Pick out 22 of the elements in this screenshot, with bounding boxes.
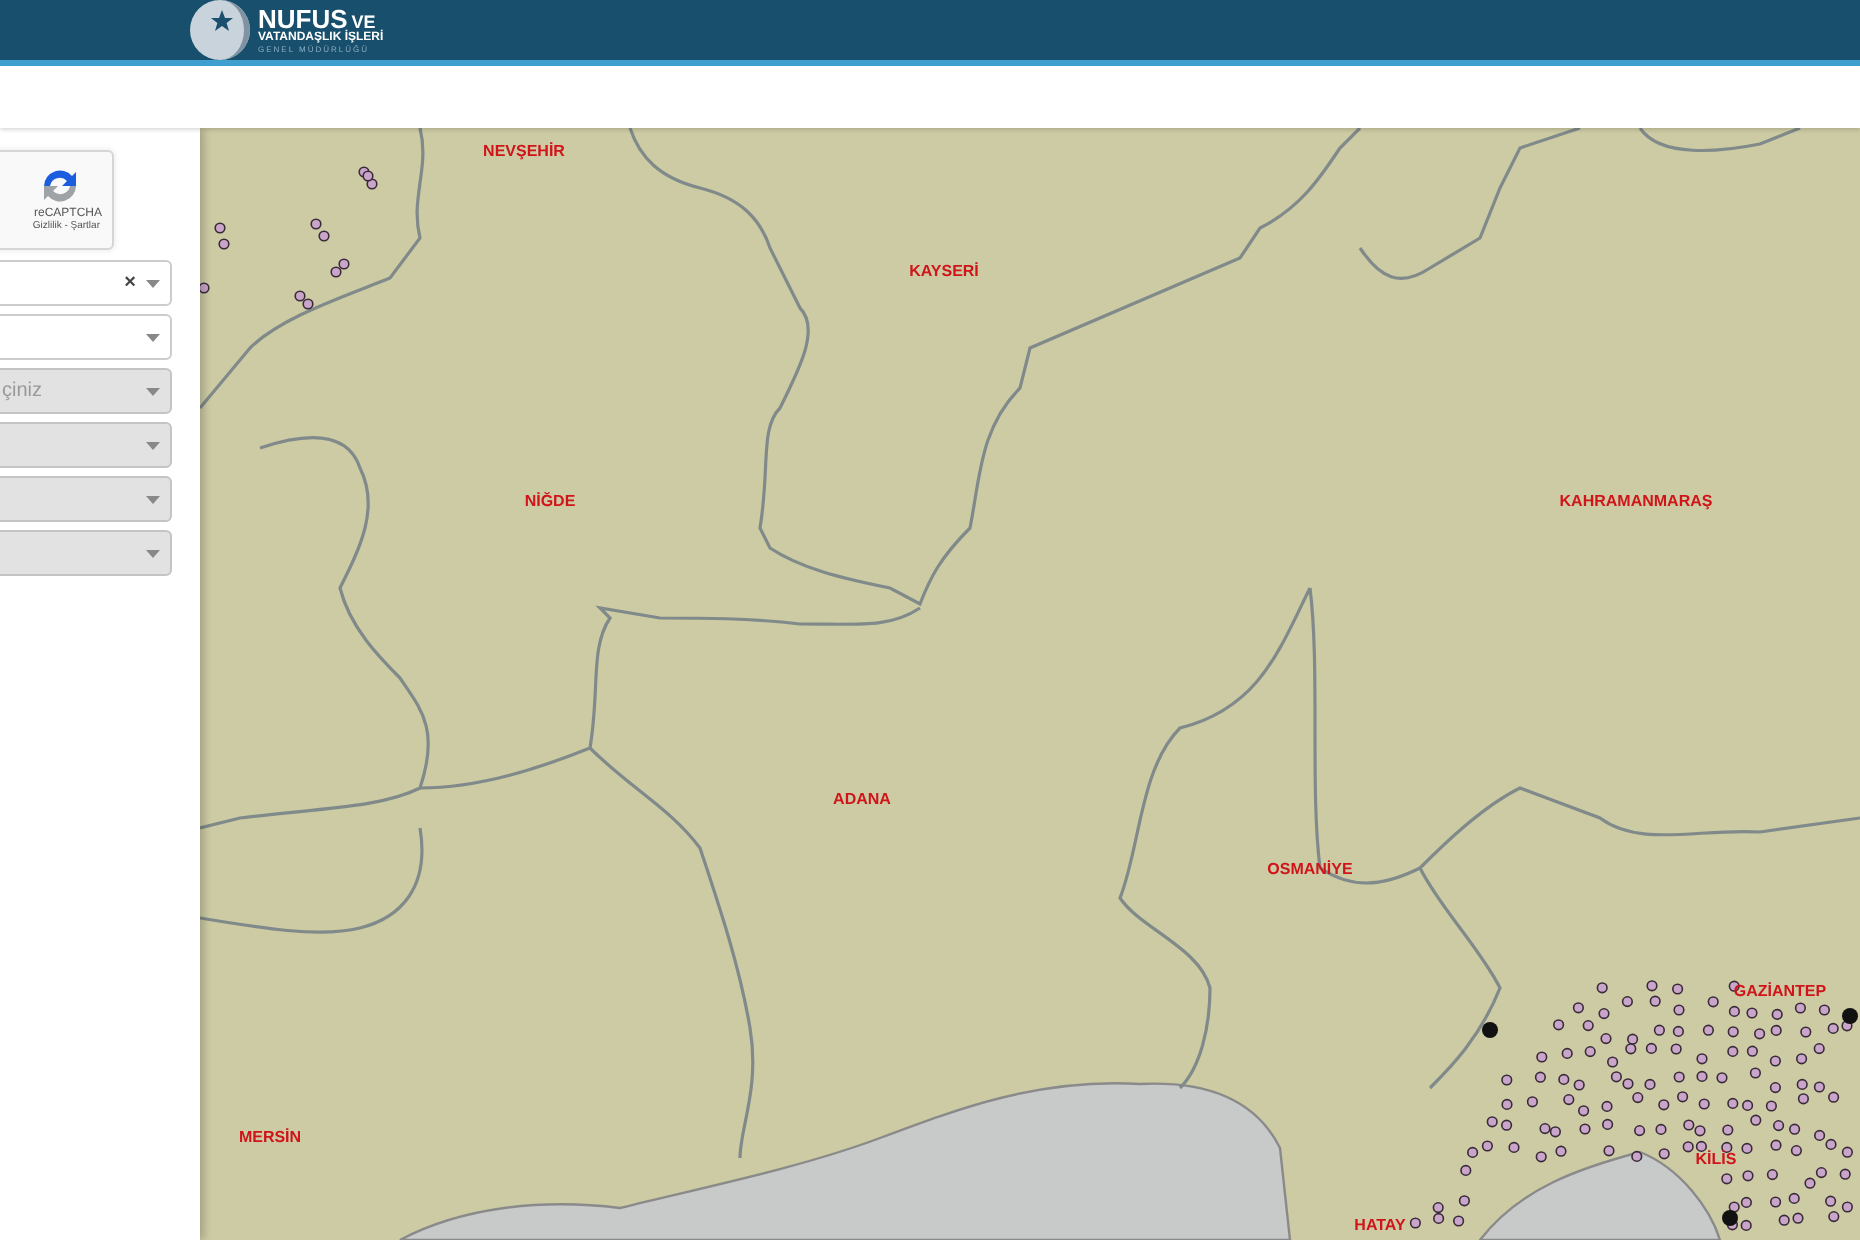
province-label: NEVŞEHİR [483,142,565,160]
caret-icon [146,333,160,341]
caret-icon [146,495,160,503]
logo-title: VE [351,14,376,32]
caret-icon [146,441,160,449]
province-label: NİĞDE [524,492,576,510]
caret-icon [146,387,160,395]
caret-icon [146,549,160,557]
logo-title: NUFUS [258,6,348,32]
clear-button[interactable]: × [124,272,136,294]
province-label: KAYSERİ [909,262,979,280]
placeholder-text: çiniz [0,380,45,402]
province-label: HATAY [1354,1216,1406,1234]
caret-icon [146,279,160,287]
province-label: OSMANİYE [1267,860,1353,878]
province-label: ADANA [833,790,891,808]
select-dropdown[interactable] [0,314,172,360]
province-label: GAZİANTEP [1733,982,1827,1000]
province-label: MERSİN [238,1128,302,1146]
province-label: KAHRAMANMARAŞ [1559,492,1713,510]
select-dropdown[interactable]: × [0,260,172,306]
province-label: KİLİS [1695,1150,1737,1168]
